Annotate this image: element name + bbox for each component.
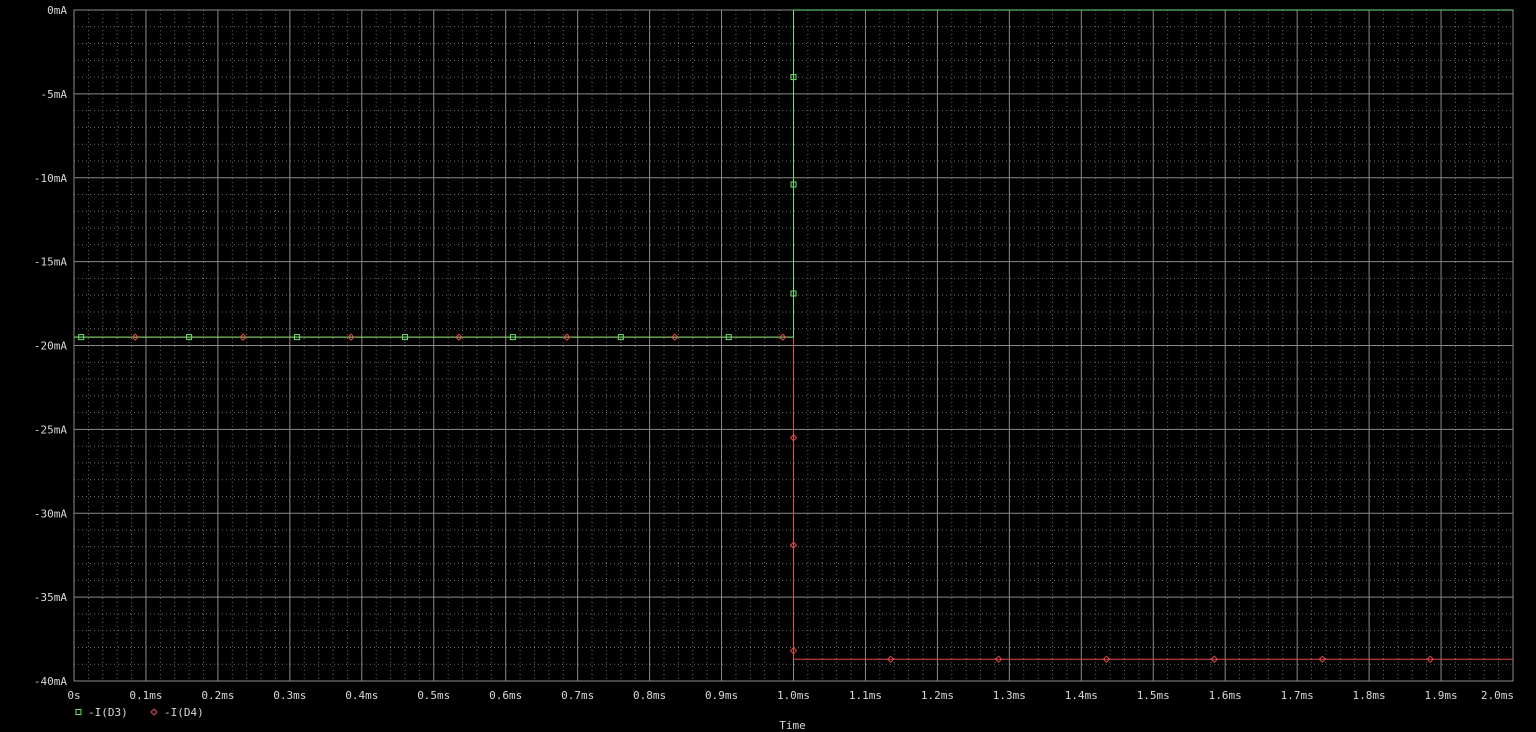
x-tick-label: 0.7ms xyxy=(561,689,594,702)
y-tick-label: -40mA xyxy=(34,675,67,688)
y-tick-label: -35mA xyxy=(34,591,67,604)
x-tick-label: 0s xyxy=(67,689,80,702)
y-tick-label: -10mA xyxy=(34,172,67,185)
y-tick-label: -30mA xyxy=(34,507,67,520)
legend-label: -I(D4) xyxy=(164,706,204,719)
y-tick-label: -25mA xyxy=(34,423,67,436)
y-tick-label: -20mA xyxy=(34,340,67,353)
x-tick-label: 1.6ms xyxy=(1209,689,1242,702)
x-tick-label: 1.5ms xyxy=(1137,689,1170,702)
legend-marker-square-icon xyxy=(75,709,82,715)
transient-current-chart: 0mA -5mA -10mA -15mA -20mA -25mA -30mA -35mA -40… xyxy=(34,4,1514,732)
x-tick-label: 1.0ms xyxy=(777,689,810,702)
x-tick-label: 1.3ms xyxy=(993,689,1026,702)
x-tick-label: 0.5ms xyxy=(417,689,450,702)
y-tick-label: 0mA xyxy=(47,4,67,17)
x-tick-label: 0.2ms xyxy=(201,689,234,702)
y-tick-label: -15mA xyxy=(34,256,67,269)
x-axis-title: Time xyxy=(779,719,806,732)
x-tick-label: 0.1ms xyxy=(129,689,162,702)
plot-window: 0mA -5mA -10mA -15mA -20mA -25mA -30mA -35mA -40… xyxy=(0,0,1536,732)
x-tick-label: 2.0ms xyxy=(1481,689,1514,702)
legend-label: -I(D3) xyxy=(88,706,128,719)
x-tick-label: 0.9ms xyxy=(705,689,738,702)
x-tick-label: 1.1ms xyxy=(849,689,882,702)
x-tick-label: 1.9ms xyxy=(1424,689,1457,702)
x-tick-label: 1.2ms xyxy=(921,689,954,702)
x-tick-label: 0.3ms xyxy=(273,689,306,702)
y-axis-tick-labels: 0mA -5mA -10mA -15mA -20mA -25mA -30mA -35mA -40… xyxy=(34,4,67,688)
x-axis-tick-labels: 0s 0.1ms 0.2ms 0.3ms 0.4ms 0.5ms 0.6ms 0.7ms 0.8… xyxy=(67,689,1514,702)
legend-marker-diamond-icon xyxy=(150,708,158,716)
x-tick-label: 0.8ms xyxy=(633,689,666,702)
y-tick-label: -5mA xyxy=(41,88,68,101)
x-tick-label: 0.4ms xyxy=(345,689,378,702)
x-tick-label: 1.4ms xyxy=(1065,689,1098,702)
series-markers xyxy=(78,74,1434,663)
legend: -I(D3) -I(D4) xyxy=(75,706,204,719)
x-tick-label: 1.8ms xyxy=(1353,689,1386,702)
x-tick-label: 0.6ms xyxy=(489,689,522,702)
x-tick-label: 1.7ms xyxy=(1281,689,1314,702)
